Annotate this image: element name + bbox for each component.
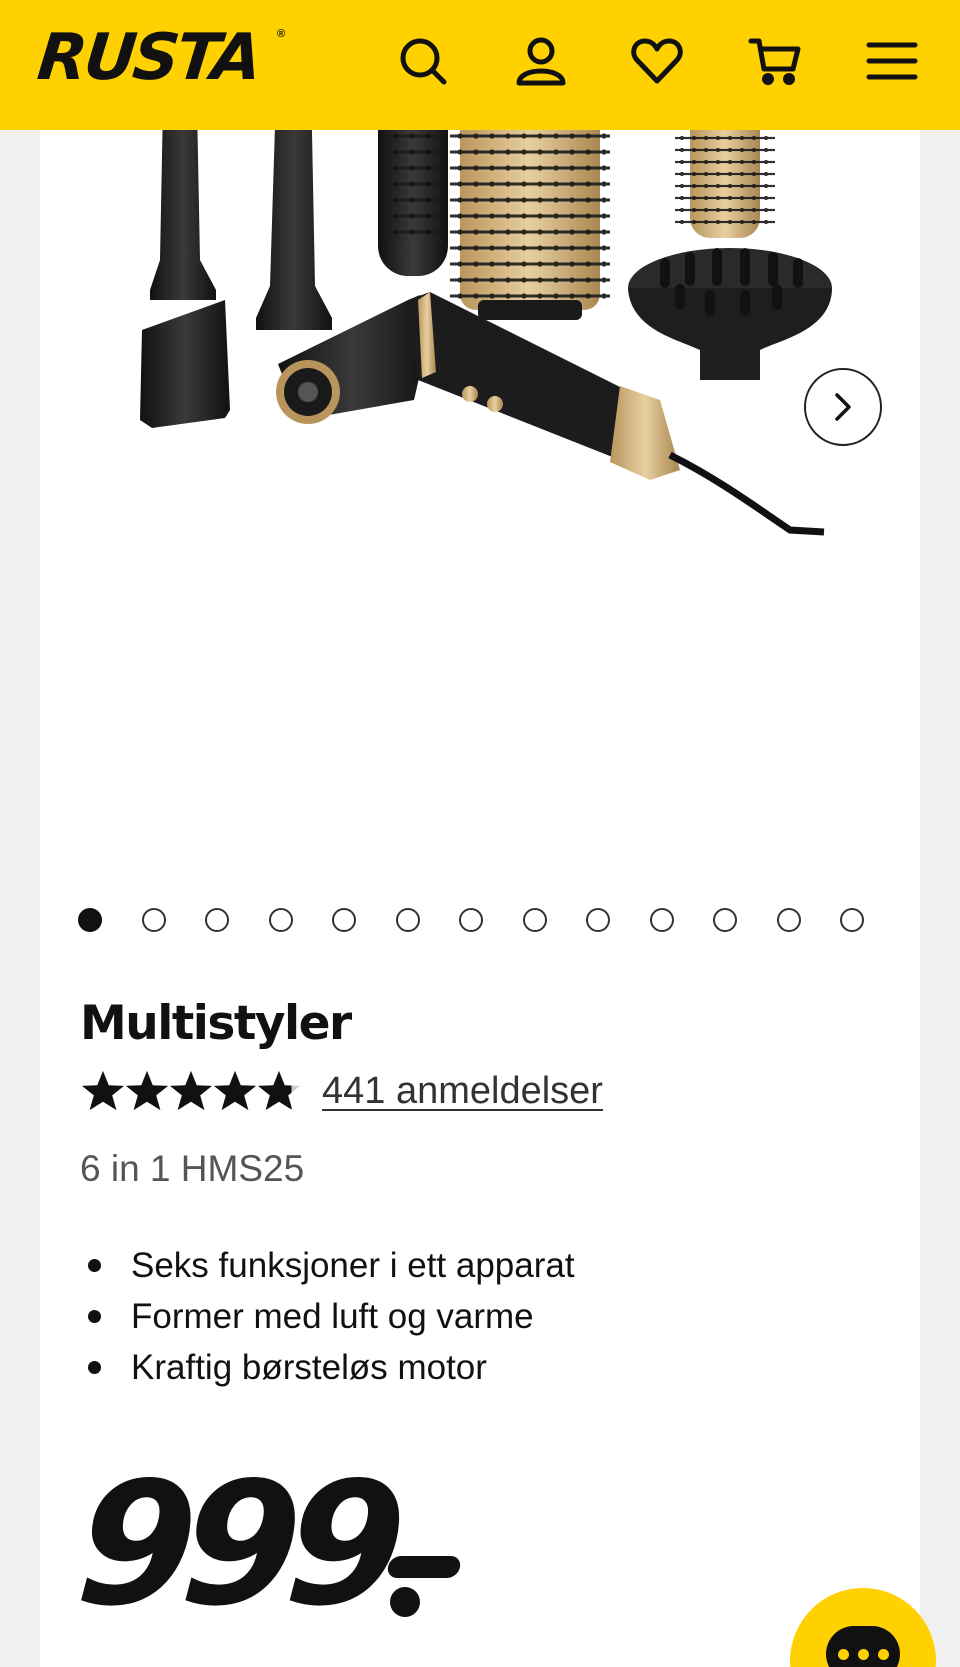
bullet-icon (88, 1310, 101, 1323)
gallery-dot-5[interactable] (332, 908, 356, 932)
feature-text: Seks funksjoner i ett apparat (131, 1245, 575, 1285)
feature-item: Former med luft og varme (80, 1291, 575, 1342)
star-icon (81, 1070, 125, 1111)
star-partial-icon (257, 1070, 301, 1111)
rusta-logo[interactable]: RUSTA (34, 21, 262, 95)
gallery-dot-12[interactable] (776, 908, 801, 932)
registered-mark: ® (277, 28, 286, 40)
gallery-pagination (78, 908, 904, 932)
product-price: 999 (71, 1446, 398, 1644)
gallery-dot-10[interactable] (649, 908, 674, 932)
feature-item: Seks funksjoner i ett apparat (80, 1240, 575, 1291)
gallery-dot-4[interactable] (268, 908, 293, 932)
price-dot (390, 1587, 420, 1617)
gallery-dot-9[interactable] (586, 908, 610, 932)
gallery-dot-11[interactable] (713, 908, 737, 932)
feature-text: Kraftig børsteløs motor (131, 1347, 487, 1387)
star-icon (125, 1070, 169, 1111)
product-title: Multistyler (80, 996, 352, 1051)
product-model: 6 in 1 HMS25 (80, 1148, 305, 1189)
gallery-dot-6[interactable] (395, 908, 420, 932)
gallery-dot-3[interactable] (205, 908, 229, 932)
bullet-icon (88, 1259, 101, 1272)
star-icon (169, 1070, 213, 1111)
feature-list: Seks funksjoner i ett apparat Former med… (80, 1240, 575, 1393)
chevron-right-icon (835, 393, 851, 421)
menu-icon[interactable] (859, 28, 925, 94)
feature-item: Kraftig børsteløs motor (80, 1342, 575, 1393)
gallery-dot-2[interactable] (141, 908, 166, 932)
heart-icon[interactable] (624, 28, 690, 94)
product-rating: 441 anmeldelser (80, 1068, 603, 1114)
feature-text: Former med luft og varme (131, 1296, 534, 1336)
account-icon[interactable] (508, 28, 574, 94)
gallery-dot-1[interactable] (78, 908, 102, 932)
bullet-icon (88, 1361, 101, 1374)
gallery-dot-13[interactable] (840, 908, 864, 932)
reviews-link[interactable]: 441 anmeldelser (322, 1070, 603, 1113)
search-icon[interactable] (390, 28, 456, 94)
site-header: RUSTA ® (0, 0, 960, 130)
chat-icon (826, 1626, 900, 1667)
gallery-dot-7[interactable] (459, 908, 483, 932)
gallery-dot-8[interactable] (522, 908, 547, 932)
star-rating (80, 1068, 301, 1114)
cart-icon[interactable] (742, 28, 808, 94)
gallery-next-button[interactable] (804, 368, 882, 446)
price-dash (386, 1556, 462, 1578)
star-icon (213, 1070, 257, 1111)
